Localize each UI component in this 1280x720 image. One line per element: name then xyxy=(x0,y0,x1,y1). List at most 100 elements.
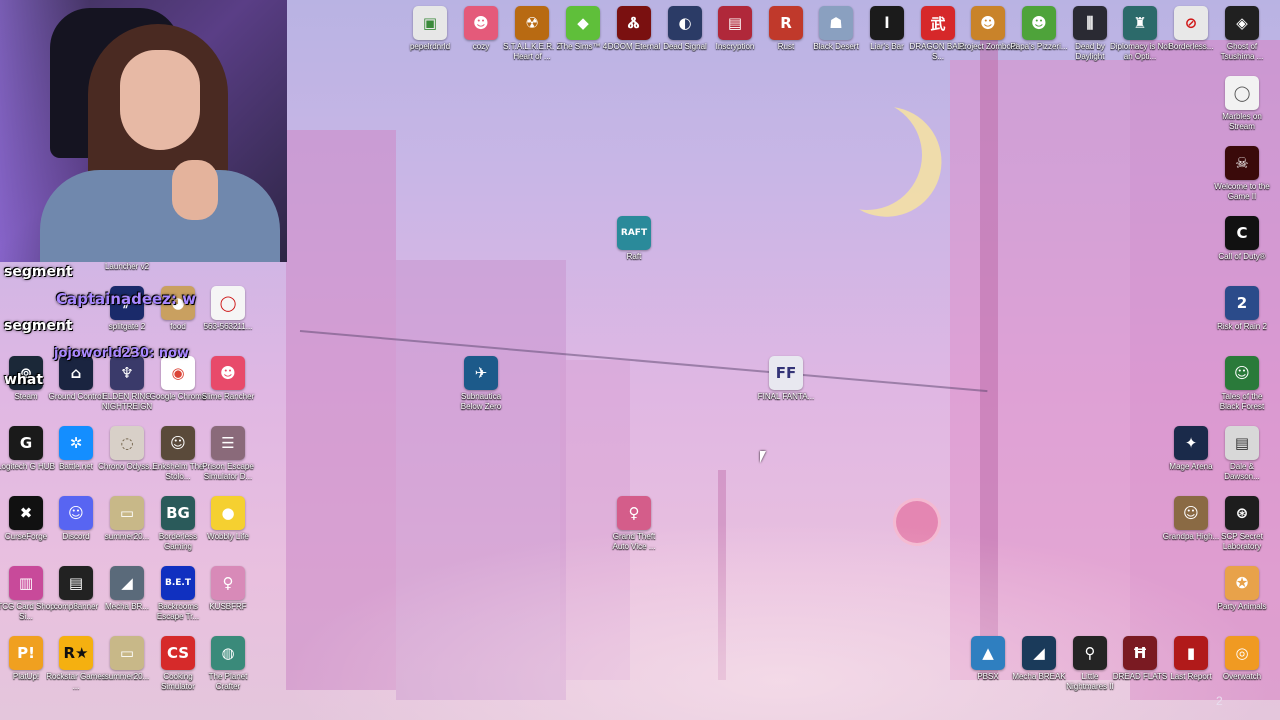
desktop-icon-subnautica-below-zero[interactable]: ✈ Subnautica Below Zero xyxy=(451,356,511,412)
party-animals-icon: ✪ xyxy=(1225,566,1259,600)
moon-icon xyxy=(803,91,930,218)
desktop-icon-prison-escape-simulator-d[interactable]: ☰ Prison Escape Simulator D... xyxy=(198,426,258,482)
prison-escape-simulator-d-icon: ☰ xyxy=(211,426,245,460)
kusbfrf-icon: ♀ xyxy=(211,566,245,600)
grand-theft-auto-vice-icon: ♀ xyxy=(617,496,651,530)
tcg-card-shop-si-icon: ▥ xyxy=(9,566,43,600)
desktop-icon-call-of-duty[interactable]: C Call of Duty® xyxy=(1212,216,1272,262)
grandpa-high-icon: ☺ xyxy=(1174,496,1208,530)
chat-line: jojoworld230: now xyxy=(54,346,189,361)
desktop-icon-marbles-on-stream[interactable]: ◯ Marbles on Stream xyxy=(1212,76,1272,132)
pbsx-icon: ▲ xyxy=(971,636,1005,670)
desktop-icon-label: Marbles on Stream xyxy=(1222,112,1262,131)
desktop-icon-label: Dale & Dawson... xyxy=(1224,462,1260,481)
desktop-icon-wobbly-life[interactable]: ● Wobbly Life xyxy=(198,496,258,542)
desktop-icon-label: Grand Theft Auto Vice ... xyxy=(612,532,656,551)
subnautica-below-zero-icon: ✈ xyxy=(464,356,498,390)
raft-icon: RAFT xyxy=(617,216,651,250)
mouse-cursor-icon xyxy=(760,451,766,463)
desktop-icon-final-fanta[interactable]: FF FINAL FANTA... xyxy=(756,356,816,402)
chat-line: segment xyxy=(4,318,73,334)
rockstar-games-icon: R★ xyxy=(59,636,93,670)
mecha-break-icon: ◢ xyxy=(1022,636,1056,670)
desktop-icon-label: Launcher v2 xyxy=(104,262,150,271)
desktop-icon-kusbfrf[interactable]: ♀ KUSBFRF xyxy=(198,566,258,612)
desktop-icon-label: Subnautica Below Zero xyxy=(460,392,502,411)
mage-arena-icon: ✦ xyxy=(1174,426,1208,460)
diplomacy-is-not-an-opti-icon: ♜ xyxy=(1123,6,1157,40)
desktop-icon-label: Wobbly Life xyxy=(207,532,249,541)
desktop-icon-label: Risk of Rain 2 xyxy=(1217,322,1267,331)
the-sims-4-icon: ◆ xyxy=(566,6,600,40)
call-of-duty-icon: C xyxy=(1225,216,1259,250)
desktop-icon-raft[interactable]: RAFT Raft xyxy=(604,216,664,262)
elden-ring-nightreign-icon: ♆ xyxy=(110,356,144,390)
cozy-icon: ☻ xyxy=(464,6,498,40)
desktop-icon-risk-of-rain-2[interactable]: 2 Risk of Rain 2 xyxy=(1212,286,1272,332)
liar-s-bar-icon: l xyxy=(870,6,904,40)
desktop-icon-label: SCP Secret Laboratory xyxy=(1221,532,1263,551)
desktop-icon-label: Welcome to the Game II xyxy=(1214,182,1270,201)
google-chrome-icon: ◉ xyxy=(161,356,195,390)
logitech-g-hub-icon: G xyxy=(9,426,43,460)
desktop-icon-dale-dawson[interactable]: ▤ Dale & Dawson... xyxy=(1212,426,1272,482)
desktop-icon-label: Tales of the Black Forest xyxy=(1219,392,1265,411)
little-nightmares-ii-icon: ⚲ xyxy=(1073,636,1107,670)
desktop-icon-563-563211[interactable]: ◯ 563-563211... xyxy=(198,286,258,332)
desktop-icon-tales-of-the-black-forest[interactable]: ☺ Tales of the Black Forest xyxy=(1212,356,1272,412)
enkshelm-the-stolo-icon: ☺ xyxy=(161,426,195,460)
rust-icon: R xyxy=(769,6,803,40)
desktop-icon-label: FINAL FANTA... xyxy=(757,392,815,401)
the-planet-crafter-icon: ◍ xyxy=(211,636,245,670)
discord-icon: ☺ xyxy=(59,496,93,530)
desktop-icon-scp-secret-laboratory[interactable]: ⊛ SCP Secret Laboratory xyxy=(1212,496,1272,552)
desktop-icon-label: Ghost of Tsushima ... xyxy=(1220,42,1264,61)
page-counter: 2 xyxy=(1216,694,1223,708)
dread-flats-icon: Ħ xyxy=(1123,636,1157,670)
slime-rancher-icon: ☻ xyxy=(211,356,245,390)
desktop-icon-overwatch[interactable]: ◎ Overwatch xyxy=(1212,636,1272,682)
black-desert-icon: ☗ xyxy=(819,6,853,40)
curseforge-icon: ✖ xyxy=(9,496,43,530)
backrooms-escape-tr-icon: B.E.T xyxy=(161,566,195,600)
marbles-on-stream-icon: ◯ xyxy=(1225,76,1259,110)
desktop-icon-label: Raft xyxy=(626,252,642,261)
borderless-icon: ⊘ xyxy=(1174,6,1208,40)
dragon-ball-s-icon: 武 xyxy=(921,6,955,40)
desktop-icon-label: The Planet Crafter xyxy=(208,672,248,691)
inscryption-icon: ▤ xyxy=(718,6,752,40)
overwatch-icon: ◎ xyxy=(1225,636,1259,670)
last-report-icon: ▮ xyxy=(1174,636,1208,670)
tales-of-the-black-forest-icon: ☺ xyxy=(1225,356,1259,390)
comp8anner-icon: ▤ xyxy=(59,566,93,600)
desktop-icon-grand-theft-auto-vice[interactable]: ♀ Grand Theft Auto Vice ... xyxy=(604,496,664,552)
streamer-sweater xyxy=(40,170,280,262)
borderless-gaming-icon: BG xyxy=(161,496,195,530)
dead-signal-icon: ◐ xyxy=(668,6,702,40)
563-563211-icon: ◯ xyxy=(211,286,245,320)
dale-dawson-icon: ▤ xyxy=(1225,426,1259,460)
desktop-icon-party-animals[interactable]: ✪ Party Animals xyxy=(1212,566,1272,612)
final-fanta-icon: FF xyxy=(769,356,803,390)
chat-line: what xyxy=(4,372,44,388)
desktop-icon-label: Slime Rancher xyxy=(201,392,255,401)
desktop-icon-the-planet-crafter[interactable]: ◍ The Planet Crafter xyxy=(198,636,258,692)
desktop-icon-slime-rancher[interactable]: ☻ Slime Rancher xyxy=(198,356,258,402)
desktop-icon-ghost-of-tsushima[interactable]: ◈ Ghost of Tsushima ... xyxy=(1212,6,1272,62)
ghost-of-tsushima-icon: ◈ xyxy=(1225,6,1259,40)
risk-of-rain-2-icon: 2 xyxy=(1225,286,1259,320)
battle-net-icon: ✲ xyxy=(59,426,93,460)
papa-s-pizzeri-icon: ☻ xyxy=(1022,6,1056,40)
chat-line: Captainadeez: w xyxy=(56,290,196,308)
s-t-a-l-k-e-r-2-heart-of-icon: ☢ xyxy=(515,6,549,40)
desktop-icon-label: KUSBFRF xyxy=(209,602,247,611)
scp-secret-laboratory-icon: ⊛ xyxy=(1225,496,1259,530)
webcam-overlay xyxy=(0,0,287,262)
summer20-icon: ▭ xyxy=(110,636,144,670)
desktop-icon-welcome-to-the-game-ii[interactable]: ☠ Welcome to the Game II xyxy=(1212,146,1272,202)
desktop-icon-label: 563-563211... xyxy=(203,322,253,331)
welcome-to-the-game-ii-icon: ☠ xyxy=(1225,146,1259,180)
chrono-odyss-icon: ◌ xyxy=(110,426,144,460)
dead-by-daylight-icon: ⫼ xyxy=(1073,6,1107,40)
desktop-icon-label: Overwatch xyxy=(1222,672,1262,681)
